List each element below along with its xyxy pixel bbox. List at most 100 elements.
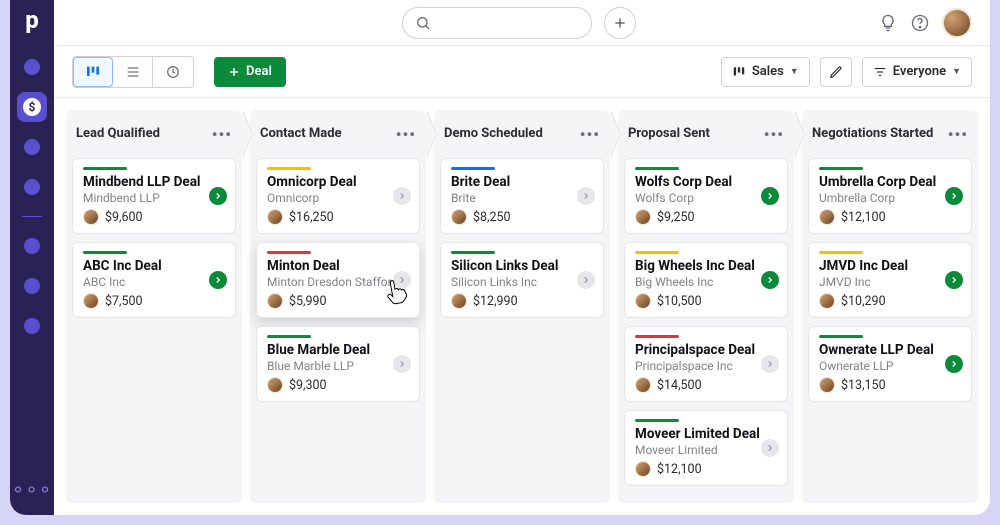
deal-card[interactable]: Big Wheels Inc DealBig Wheels Inc$10,500	[624, 242, 788, 318]
deal-card[interactable]: Minton DealMinton Dresdon Stafford$5,990	[256, 242, 420, 318]
pipeline-icon	[732, 65, 746, 79]
filter-label: Everyone	[893, 64, 946, 79]
activity-badge[interactable]	[577, 187, 595, 205]
help-icon	[910, 13, 930, 33]
chevron-right-icon	[397, 275, 407, 285]
chevron-right-icon	[397, 359, 407, 369]
deal-meta-row: $14,500	[635, 377, 777, 393]
view-kanban-button[interactable]	[73, 57, 113, 87]
activity-badge[interactable]	[209, 271, 227, 289]
activity-badge[interactable]	[577, 271, 595, 289]
deal-card[interactable]: Omnicorp DealOmnicorp$16,250	[256, 158, 420, 234]
edit-pipeline-button[interactable]	[820, 57, 852, 87]
nav-item-5[interactable]	[17, 231, 47, 261]
view-list-button[interactable]	[113, 57, 153, 87]
search-input[interactable]	[402, 7, 592, 39]
app-frame: p $ ∘∘∘	[10, 0, 990, 515]
deal-card[interactable]: Ownerate LLP DealOwnerate LLP$13,150	[808, 326, 972, 402]
chevron-down-icon: ▼	[790, 66, 799, 77]
deal-card[interactable]: JMVD Inc DealJMVD Inc$10,290	[808, 242, 972, 318]
pipeline-column: Lead Qualified•••Mindbend LLP DealMindbe…	[66, 110, 242, 503]
deal-amount: $9,600	[105, 210, 143, 225]
activity-badge[interactable]	[761, 355, 779, 373]
status-bar	[819, 251, 863, 254]
column-menu-button[interactable]: •••	[396, 125, 416, 144]
deal-card[interactable]: Umbrella Corp DealUmbrella Corp $12,100	[808, 158, 972, 234]
chevron-down-icon: ▼	[952, 66, 961, 77]
deal-title: Principalspace Deal	[635, 342, 777, 358]
kanban-icon	[85, 64, 101, 80]
nav-item-4[interactable]	[17, 172, 47, 202]
help-button[interactable]	[910, 13, 930, 33]
column-header[interactable]: Lead Qualified •••	[66, 110, 242, 158]
deal-card[interactable]: Wolfs Corp DealWolfs Corp$9,250	[624, 158, 788, 234]
column-title: Lead Qualified	[76, 127, 160, 142]
nav-more-icon[interactable]: ∘∘∘	[12, 477, 53, 501]
activity-badge[interactable]	[393, 271, 411, 289]
column-header[interactable]: Contact Made•••	[250, 110, 426, 158]
column-header[interactable]: Proposal Sent•••	[618, 110, 794, 158]
deal-amount: $8,250	[473, 210, 511, 225]
deal-org: Principalspace Inc	[635, 359, 777, 373]
chevron-right-icon	[949, 359, 959, 369]
owner-avatar	[635, 209, 651, 225]
deal-amount: $12,100	[841, 210, 886, 225]
nav-item-deals[interactable]: $	[17, 92, 47, 122]
view-switcher	[72, 56, 194, 88]
deal-amount: $7,500	[105, 294, 143, 309]
user-avatar[interactable]	[942, 8, 972, 38]
deal-org: Silicon Links Inc	[451, 275, 593, 289]
activity-badge[interactable]	[945, 271, 963, 289]
add-deal-button[interactable]: Deal	[214, 57, 286, 87]
deal-org: Omnicorp	[267, 191, 409, 205]
column-card-list: Brite DealBrite$8,250 Silicon Links DealS…	[434, 158, 610, 328]
column-header[interactable]: Negotiations Started•••	[802, 110, 978, 158]
activity-badge[interactable]	[945, 187, 963, 205]
status-bar	[267, 335, 311, 338]
column-header[interactable]: Demo Scheduled•••	[434, 110, 610, 158]
activity-badge[interactable]	[761, 439, 779, 457]
deal-amount: $9,250	[657, 210, 695, 225]
view-forecast-button[interactable]	[153, 57, 193, 87]
activity-badge[interactable]	[761, 271, 779, 289]
column-menu-button[interactable]: •••	[212, 125, 232, 144]
pipeline-selector[interactable]: Sales ▼	[721, 57, 810, 87]
owner-avatar	[635, 461, 651, 477]
activity-badge[interactable]	[209, 187, 227, 205]
column-menu-button[interactable]: •••	[948, 125, 968, 144]
activity-badge[interactable]	[761, 187, 779, 205]
nav-item-1[interactable]	[17, 52, 47, 82]
owner-avatar	[267, 377, 283, 393]
app-logo[interactable]: p	[25, 6, 39, 34]
deal-amount: $12,990	[473, 294, 518, 309]
deal-card[interactable]: Blue Marble DealBlue Marble LLP$9,300	[256, 326, 420, 402]
deal-org: Moveer Limited	[635, 443, 777, 457]
filter-selector[interactable]: Everyone ▼	[862, 57, 972, 87]
column-menu-button[interactable]: •••	[580, 125, 600, 144]
deal-title: Moveer Limited Deal	[635, 426, 777, 442]
nav-item-3[interactable]	[17, 132, 47, 162]
status-bar	[819, 335, 863, 338]
deal-card[interactable]: ABC Inc DealABC Inc$7,500	[72, 242, 236, 318]
nav-item-7[interactable]	[17, 311, 47, 341]
deal-org: Mindbend LLP	[83, 191, 225, 205]
chevron-right-icon	[213, 275, 223, 285]
deal-card[interactable]: Mindbend LLP DealMindbend LLP$9,600	[72, 158, 236, 234]
activity-badge[interactable]	[945, 355, 963, 373]
column-menu-button[interactable]: •••	[764, 125, 784, 144]
tips-button[interactable]	[878, 13, 898, 33]
deal-meta-row: $9,600	[83, 209, 225, 225]
chevron-right-icon	[949, 191, 959, 201]
deal-card[interactable]: Silicon Links DealSilicon Links Inc$12,9…	[440, 242, 604, 318]
quick-add-button[interactable]	[604, 7, 636, 39]
activity-badge[interactable]	[393, 187, 411, 205]
pipeline-column: Demo Scheduled•••Brite DealBrite$8,250 Si…	[434, 110, 610, 503]
column-card-list: Umbrella Corp DealUmbrella Corp $12,100 JM…	[802, 158, 978, 412]
nav-item-6[interactable]	[17, 271, 47, 301]
activity-badge[interactable]	[393, 355, 411, 373]
deal-card[interactable]: Principalspace DealPrincipalspace Inc $14…	[624, 326, 788, 402]
deal-card[interactable]: Brite DealBrite$8,250	[440, 158, 604, 234]
deal-org: Umbrella Corp	[819, 191, 961, 205]
deal-title: Umbrella Corp Deal	[819, 174, 961, 190]
deal-card[interactable]: Moveer Limited DealMoveer Limited$12,100	[624, 410, 788, 486]
